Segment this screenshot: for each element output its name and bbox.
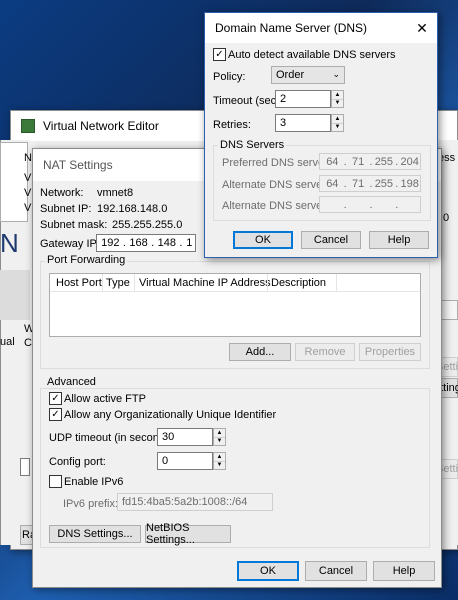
- port-forwarding-table[interactable]: Host Port Type Virtual Machine IP Addres…: [49, 273, 421, 337]
- port-forwarding-header: Host Port Type Virtual Machine IP Addres…: [50, 274, 420, 292]
- col-host-port[interactable]: Host Port: [56, 277, 102, 289]
- col-type[interactable]: Type: [106, 277, 130, 289]
- config-port-input[interactable]: 0: [157, 452, 213, 470]
- chevron-down-icon: ⌄: [332, 69, 340, 79]
- col-description[interactable]: Description: [271, 277, 326, 289]
- subnet-ip-value: 192.168.148.0: [97, 203, 168, 215]
- config-port-spinner[interactable]: ▲ ▼: [213, 452, 226, 470]
- policy-select[interactable]: Order ⌄: [271, 66, 345, 84]
- spin-down-icon: ▼: [216, 438, 223, 445]
- preferred-dns-input[interactable]: 64. 71. 255. 204: [319, 153, 421, 170]
- allow-oui-checkbox[interactable]: ✓: [49, 408, 62, 421]
- vne-frag-box: [20, 458, 30, 476]
- timeout-spinner[interactable]: ▲ ▼: [331, 90, 344, 108]
- vne-frag-ual: ual: [0, 336, 15, 348]
- allow-ftp-label: Allow active FTP: [64, 393, 146, 405]
- dns-window: Domain Name Server (DNS) ✕ ✓ Auto detect…: [204, 12, 438, 258]
- dns-cancel-button[interactable]: Cancel: [301, 231, 361, 249]
- timeout-input[interactable]: 2: [275, 90, 331, 108]
- spin-down-icon: ▼: [334, 100, 341, 107]
- advanced-label: Advanced: [45, 376, 98, 388]
- udp-timeout-input[interactable]: 30: [157, 428, 213, 446]
- vne-app-icon: [21, 119, 35, 133]
- auto-detect-label: Auto detect available DNS servers: [228, 49, 396, 61]
- close-icon[interactable]: ✕: [407, 13, 437, 43]
- vne-list-frag-n: N: [24, 152, 32, 164]
- add-port-button[interactable]: Add...: [229, 343, 291, 361]
- dns-title: Domain Name Server (DNS): [215, 21, 368, 35]
- nat-title: NAT Settings: [43, 158, 113, 172]
- properties-button[interactable]: Properties: [359, 343, 421, 361]
- auto-detect-checkbox[interactable]: ✓: [213, 48, 226, 61]
- subnet-mask-label: Subnet mask:: [40, 219, 108, 231]
- nat-ok-button[interactable]: OK: [237, 561, 299, 581]
- gateway-label: Gateway IP:: [40, 238, 100, 250]
- spin-up-icon: ▲: [214, 453, 225, 462]
- vne-title: Virtual Network Editor: [43, 119, 159, 133]
- col-vm-ip[interactable]: Virtual Machine IP Address: [139, 277, 271, 289]
- spin-up-icon: ▲: [332, 115, 343, 124]
- vne-frag-big-n: N: [0, 228, 19, 258]
- config-port-label: Config port:: [49, 456, 106, 468]
- vne-list-frag-v2: V: [24, 187, 32, 199]
- netbios-settings-button[interactable]: NetBIOS Settings...: [145, 522, 231, 546]
- nat-cancel-button[interactable]: Cancel: [305, 561, 367, 581]
- vne-frag-c: C: [24, 337, 32, 349]
- preferred-dns-label: Preferred DNS server:: [222, 157, 331, 169]
- retries-label: Retries:: [213, 119, 251, 131]
- spin-up-icon: ▲: [332, 91, 343, 100]
- network-label: Network:: [40, 187, 84, 199]
- spin-up-icon: ▲: [214, 429, 225, 438]
- dns-ok-button[interactable]: OK: [233, 231, 293, 249]
- port-forwarding-label: Port Forwarding: [45, 254, 128, 266]
- remove-port-button[interactable]: Remove: [295, 343, 355, 361]
- vne-list-frag-v3: V: [24, 202, 32, 214]
- nat-help-button[interactable]: Help: [373, 561, 435, 581]
- alternate-dns-1-input[interactable]: 64. 71. 255. 198: [319, 175, 421, 192]
- udp-timeout-spinner[interactable]: ▲ ▼: [213, 428, 226, 446]
- network-value: vmnet8: [97, 187, 134, 199]
- allow-oui-label: Allow any Organizationally Unique Identi…: [64, 409, 277, 421]
- enable-ipv6-checkbox[interactable]: [49, 475, 62, 488]
- dns-servers-label: DNS Servers: [218, 139, 287, 151]
- gateway-ip-input[interactable]: 192. 168. 148. 1: [96, 234, 196, 252]
- dns-help-button[interactable]: Help: [369, 231, 429, 249]
- dns-settings-button[interactable]: DNS Settings...: [49, 525, 141, 543]
- allow-ftp-checkbox[interactable]: ✓: [49, 392, 62, 405]
- retries-input[interactable]: 3: [275, 114, 331, 132]
- timeout-label: Timeout (sec):: [213, 95, 283, 107]
- subnet-ip-label: Subnet IP:: [40, 203, 92, 215]
- ipv6-prefix-input[interactable]: fd15:4ba5:5a2b:1008::/64: [117, 493, 273, 511]
- spin-down-icon: ▼: [216, 462, 223, 469]
- alternate-dns-2-input[interactable]: ...: [319, 196, 421, 213]
- vne-gray-panel: [0, 270, 30, 320]
- policy-label: Policy:: [213, 71, 246, 83]
- subnet-mask-value: 255.255.255.0: [112, 219, 183, 231]
- enable-ipv6-label: Enable IPv6: [64, 476, 124, 488]
- dns-titlebar: Domain Name Server (DNS): [205, 13, 437, 43]
- spin-down-icon: ▼: [334, 124, 341, 131]
- vne-list-frag-v1: V: [24, 172, 32, 184]
- retries-spinner[interactable]: ▲ ▼: [331, 114, 344, 132]
- ipv6-prefix-label: IPv6 prefix:: [63, 498, 119, 510]
